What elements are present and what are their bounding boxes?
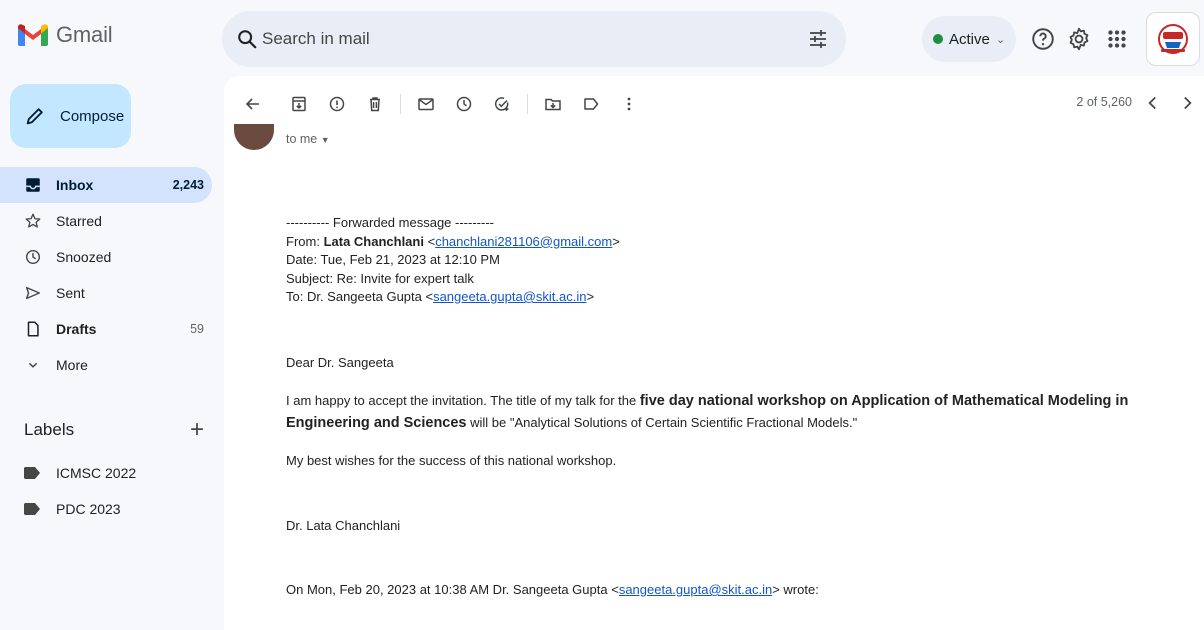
sidebar-item-starred[interactable]: Starred	[0, 203, 212, 239]
clock-icon	[456, 96, 472, 112]
sidebar-item-inbox[interactable]: Inbox 2,243	[0, 167, 212, 203]
label-list: ICMSC 2022 PDC 2023	[0, 455, 212, 527]
search-bar[interactable]	[222, 11, 846, 67]
quoted-email-link[interactable]: sangeeta.gupta@skit.ac.in	[619, 582, 772, 597]
message-body: ---------- Forwarded message --------- F…	[286, 214, 1176, 600]
snooze-button[interactable]	[445, 85, 483, 123]
recipient-email-link[interactable]: sangeeta.gupta@skit.ac.in	[433, 289, 586, 304]
apps-grid-icon[interactable]	[1104, 26, 1130, 52]
forward-date: Date: Tue, Feb 21, 2023 at 12:10 PM	[286, 252, 500, 267]
move-folder-icon	[545, 98, 561, 111]
more-vert-icon	[627, 97, 631, 111]
search-options-icon[interactable]	[806, 27, 830, 51]
compose-button[interactable]: Compose	[10, 84, 131, 148]
recipient-line: to me	[286, 132, 318, 146]
toolbar-divider	[400, 94, 401, 114]
mark-unread-button[interactable]	[407, 85, 445, 123]
arrow-left-icon	[245, 98, 259, 110]
add-label-icon[interactable]: +	[190, 418, 204, 442]
forward-from: From: Lata Chanchlani <chanchlani281106@…	[286, 233, 620, 249]
archive-button[interactable]	[280, 85, 318, 123]
status-dot	[932, 34, 943, 44]
sidebar-item-label: Inbox	[56, 177, 94, 193]
sender-avatar[interactable]	[234, 124, 274, 150]
compose-label: Compose	[60, 107, 125, 125]
sidebar-label-pdc-2023[interactable]: PDC 2023	[0, 491, 212, 527]
label-tag-icon	[24, 467, 40, 479]
sidebar-item-snoozed[interactable]: Snoozed	[0, 239, 212, 275]
label-tag-icon	[24, 503, 40, 515]
move-to-button[interactable]	[534, 85, 572, 123]
add-to-tasks-button[interactable]	[483, 85, 521, 123]
back-button[interactable]	[234, 85, 272, 123]
app-name: Gmail	[56, 22, 113, 47]
forward-to: To: Dr. Sangeeta Gupta <sangeeta.gupta@s…	[286, 289, 595, 304]
gear-icon[interactable]	[1066, 26, 1092, 52]
chevron-left-icon[interactable]	[1142, 92, 1164, 114]
toolbar-divider	[527, 94, 528, 114]
help-icon[interactable]	[1030, 26, 1056, 52]
search-icon[interactable]	[236, 28, 258, 50]
forward-header: ---------- Forwarded message ---------	[286, 215, 494, 230]
status-selector[interactable]: Active ⌄	[922, 16, 1016, 62]
signature: Dr. Lata Chanchlani	[286, 517, 401, 533]
unread-count: 2,243	[172, 178, 204, 192]
clock-icon	[25, 249, 41, 265]
sidebar-item-label: Sent	[56, 285, 85, 301]
pencil-icon	[26, 108, 43, 125]
sender-email-link[interactable]: chanchlani281106@gmail.com	[435, 234, 612, 249]
delete-button[interactable]	[356, 85, 394, 123]
recipient-details[interactable]: to me ▼	[286, 132, 330, 146]
quoted-header: On Mon, Feb 20, 2023 at 10:38 AM Dr. San…	[286, 582, 819, 597]
archive-icon	[292, 96, 306, 112]
sidebar-item-label: More	[56, 357, 88, 373]
sidebar-item-more[interactable]: More	[0, 347, 212, 383]
gmail-logo[interactable]: Gmail	[18, 22, 113, 48]
inbox-icon	[26, 178, 40, 192]
chevron-right-icon[interactable]	[1176, 92, 1198, 114]
forward-subject: Subject: Re: Invite for expert talk	[286, 270, 474, 286]
search-input[interactable]	[262, 29, 798, 49]
message-pane: 2 of 5,260 to me ▼ ---------- Forwarded …	[224, 76, 1204, 630]
organization-logo-icon	[1158, 24, 1188, 54]
sidebar-item-label: Snoozed	[56, 249, 112, 265]
label-name: ICMSC 2022	[56, 465, 137, 481]
sidebar-label-icmsc-2022[interactable]: ICMSC 2022	[0, 455, 212, 491]
report-spam-button[interactable]	[318, 85, 356, 123]
star-icon	[25, 213, 41, 228]
sidebar-nav: Inbox 2,243 Starred Snoozed Sent Drafts …	[0, 167, 212, 383]
labels-button[interactable]	[572, 85, 610, 123]
send-icon	[25, 286, 41, 300]
sidebar-item-label: Starred	[56, 213, 102, 229]
chevron-down-icon	[28, 362, 38, 368]
acceptance-paragraph: I am happy to accept the invitation. The…	[286, 393, 1129, 431]
labels-header: Labels +	[24, 418, 204, 442]
label-name: PDC 2023	[56, 501, 121, 517]
sidebar-item-drafts[interactable]: Drafts 59	[0, 311, 212, 347]
wishes-paragraph: My best wishes for the success of this n…	[286, 453, 617, 468]
draft-icon	[27, 321, 39, 337]
caret-down-icon: ▼	[320, 135, 330, 145]
account-avatar[interactable]	[1146, 12, 1200, 66]
pagination-count: 2 of 5,260	[1076, 95, 1132, 109]
more-options-button[interactable]	[610, 85, 648, 123]
mail-icon	[418, 98, 434, 111]
label-icon	[584, 98, 599, 110]
sidebar-item-sent[interactable]: Sent	[0, 275, 212, 311]
trash-icon	[370, 97, 380, 112]
message-toolbar: 2 of 5,260	[224, 76, 1204, 132]
gmail-m-icon	[18, 24, 48, 46]
alert-icon	[329, 96, 345, 112]
greeting: Dear Dr. Sangeeta	[286, 354, 394, 370]
sender-name: Lata Chanchlani	[323, 233, 424, 249]
status-label: Active	[948, 30, 990, 48]
labels-heading: Labels	[24, 420, 75, 439]
add-task-icon	[494, 97, 509, 111]
sidebar-item-label: Drafts	[56, 321, 97, 337]
chevron-down-icon: ⌄	[995, 33, 1006, 46]
draft-count: 59	[190, 322, 204, 336]
